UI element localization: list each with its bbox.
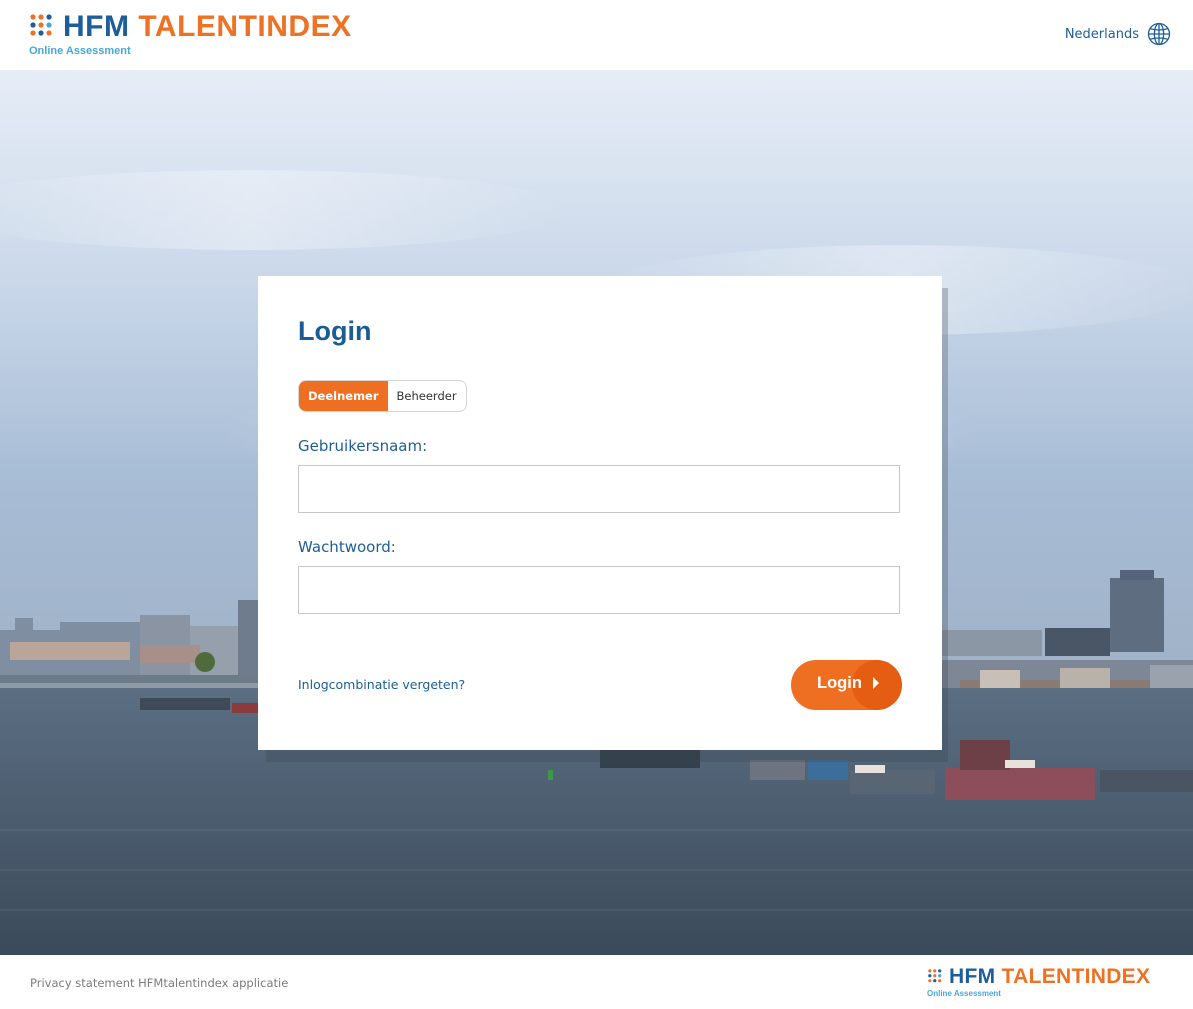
footer-logo-brand: HFM xyxy=(949,965,996,988)
chevron-right-icon xyxy=(873,677,879,689)
role-option-deelnemer[interactable]: Deelnemer xyxy=(299,381,388,411)
username-input[interactable] xyxy=(298,465,900,513)
footer-logo-wordmark: HFM TALENTINDEX xyxy=(949,965,1150,989)
logo-tagline: Online Assessment xyxy=(29,45,131,57)
login-card: Login Deelnemer Beheerder Gebruikersnaam… xyxy=(258,276,942,750)
role-option-beheerder[interactable]: Beheerder xyxy=(388,381,466,411)
password-input[interactable] xyxy=(298,566,900,614)
username-label: Gebruikersnaam: xyxy=(298,437,428,455)
forgot-credentials-link[interactable]: Inlogcombinatie vergeten? xyxy=(298,677,465,692)
logo-dots-icon xyxy=(30,14,52,36)
login-button-label: Login xyxy=(817,674,862,692)
password-label: Wachtwoord: xyxy=(298,538,396,556)
role-toggle: Deelnemer Beheerder xyxy=(298,380,467,412)
logo-dots-icon xyxy=(928,969,942,983)
logo-wordmark: HFM TALENTINDEX xyxy=(63,10,352,44)
login-button[interactable]: Login xyxy=(791,660,902,710)
footer: Privacy statement HFMtalentindex applica… xyxy=(0,955,1193,1009)
privacy-statement-link[interactable]: Privacy statement HFMtalentindex applica… xyxy=(30,976,288,990)
footer-logo-tagline: Online Assessment xyxy=(927,989,1001,998)
language-selector[interactable]: Nederlands xyxy=(1065,22,1171,46)
login-title: Login xyxy=(298,316,372,346)
logo-product: TALENTINDEX xyxy=(138,10,352,43)
footer-logo-product: TALENTINDEX xyxy=(1001,965,1151,988)
language-label: Nederlands xyxy=(1064,26,1139,42)
header: HFM TALENTINDEX Online Assessment Nederl… xyxy=(0,0,1193,70)
globe-icon xyxy=(1147,22,1171,46)
logo-brand: HFM xyxy=(63,10,130,43)
